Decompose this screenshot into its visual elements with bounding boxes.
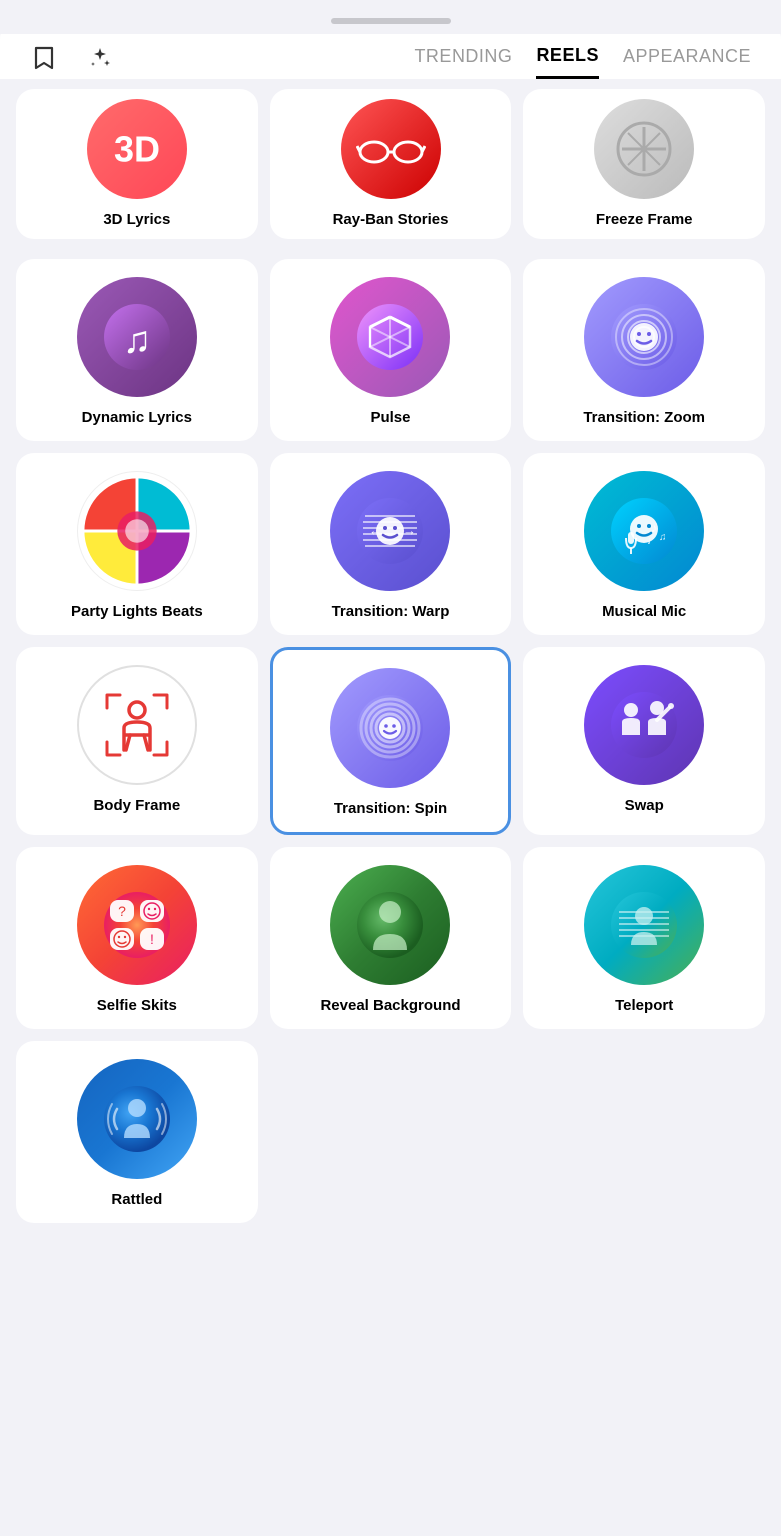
effect-card-party-lights-beats[interactable]: Party Lights Beats (16, 453, 258, 635)
effect-card-transition-warp[interactable]: ← → Transition: Warp (270, 453, 512, 635)
drag-handle[interactable] (331, 18, 451, 24)
icon-transition-warp: ← → (330, 471, 450, 591)
icon-selfie-skits: ? ! (77, 865, 197, 985)
effect-card-rattled[interactable]: Rattled (16, 1041, 258, 1223)
effect-label-teleport: Teleport (615, 997, 673, 1015)
effect-card-musical-mic[interactable]: ♪ ♫ ♩ Musical Mic (523, 453, 765, 635)
svg-text:←: ← (369, 523, 382, 538)
effect-label-body-frame: Body Frame (93, 797, 180, 815)
effect-card-selfie-skits[interactable]: ? ! Selfie Ski (16, 847, 258, 1029)
sparkles-icon[interactable] (86, 44, 114, 79)
effect-label-3d-lyrics: 3D Lyrics (103, 211, 170, 229)
icon-body-frame (77, 665, 197, 785)
effect-card-dynamic-lyrics[interactable]: ♫ Dynamic Lyrics (16, 259, 258, 441)
icon-rattled (77, 1059, 197, 1179)
effect-card-pulse[interactable]: Pulse (270, 259, 512, 441)
svg-text:♫: ♫ (659, 532, 667, 543)
effect-card-rayban[interactable]: Ray-Ban Stories (270, 89, 512, 239)
effect-label-dynamic-lyrics: Dynamic Lyrics (82, 409, 192, 427)
icon-party-lights-beats (77, 471, 197, 591)
nav-icons (30, 44, 114, 79)
icon-teleport (584, 865, 704, 985)
icon-freeze (594, 99, 694, 199)
icon-3d-lyrics: 3D (87, 99, 187, 199)
effect-label-rayban: Ray-Ban Stories (333, 211, 449, 229)
effect-card-freeze[interactable]: Freeze Frame (523, 89, 765, 239)
effect-card-3d-lyrics[interactable]: 3D 3D Lyrics (16, 89, 258, 239)
icon-dynamic-lyrics: ♫ (77, 277, 197, 397)
effect-label-musical-mic: Musical Mic (602, 603, 686, 621)
effect-label-transition-zoom: Transition: Zoom (583, 409, 705, 427)
effect-label-transition-warp: Transition: Warp (332, 603, 450, 621)
nav-tabs: TRENDING REELS APPEARANCE (414, 45, 751, 79)
effect-card-reveal-background[interactable]: Reveal Background (270, 847, 512, 1029)
effect-label-swap: Swap (625, 797, 664, 815)
svg-text:?: ? (118, 903, 126, 919)
svg-text:♫: ♫ (123, 320, 152, 362)
tab-trending[interactable]: TRENDING (414, 46, 512, 77)
tab-reels[interactable]: REELS (536, 45, 599, 79)
icon-reveal-bg (330, 865, 450, 985)
effect-card-swap[interactable]: Swap (523, 647, 765, 835)
icon-transition-zoom (584, 277, 704, 397)
phone-container: TRENDING REELS APPEARANCE 3D 3D Lyrics (0, 0, 781, 1536)
svg-text:♪: ♪ (651, 521, 657, 535)
svg-text:♩: ♩ (647, 535, 658, 547)
bookmark-icon[interactable] (30, 44, 58, 79)
svg-text:3D: 3D (114, 129, 160, 170)
effect-card-transition-spin[interactable]: Transition: Spin (270, 647, 512, 835)
effect-label-transition-spin: Transition: Spin (334, 800, 447, 818)
nav-bar: TRENDING REELS APPEARANCE (0, 34, 781, 79)
icon-rayban (341, 99, 441, 199)
effect-card-teleport[interactable]: Teleport (523, 847, 765, 1029)
icon-musical-mic: ♪ ♫ ♩ (584, 471, 704, 591)
svg-text:!: ! (150, 931, 154, 947)
effect-card-transition-zoom[interactable]: Transition: Zoom (523, 259, 765, 441)
effect-label-rattled: Rattled (111, 1191, 162, 1209)
icon-transition-spin (330, 668, 450, 788)
effect-label-pulse: Pulse (370, 409, 410, 427)
tab-appearance[interactable]: APPEARANCE (623, 46, 751, 77)
effect-label-party-lights-beats: Party Lights Beats (71, 603, 203, 621)
icon-swap (584, 665, 704, 785)
effects-grid: ♫ Dynamic Lyrics (0, 247, 781, 1235)
svg-text:→: → (403, 523, 416, 538)
effect-label-freeze: Freeze Frame (596, 211, 693, 229)
effect-card-body-frame[interactable]: Body Frame (16, 647, 258, 835)
partial-top-row: 3D 3D Lyrics Ray-Ban Stories (0, 79, 781, 247)
icon-pulse (330, 277, 450, 397)
effect-label-reveal-background: Reveal Background (320, 997, 460, 1015)
effect-label-selfie-skits: Selfie Skits (97, 997, 177, 1015)
